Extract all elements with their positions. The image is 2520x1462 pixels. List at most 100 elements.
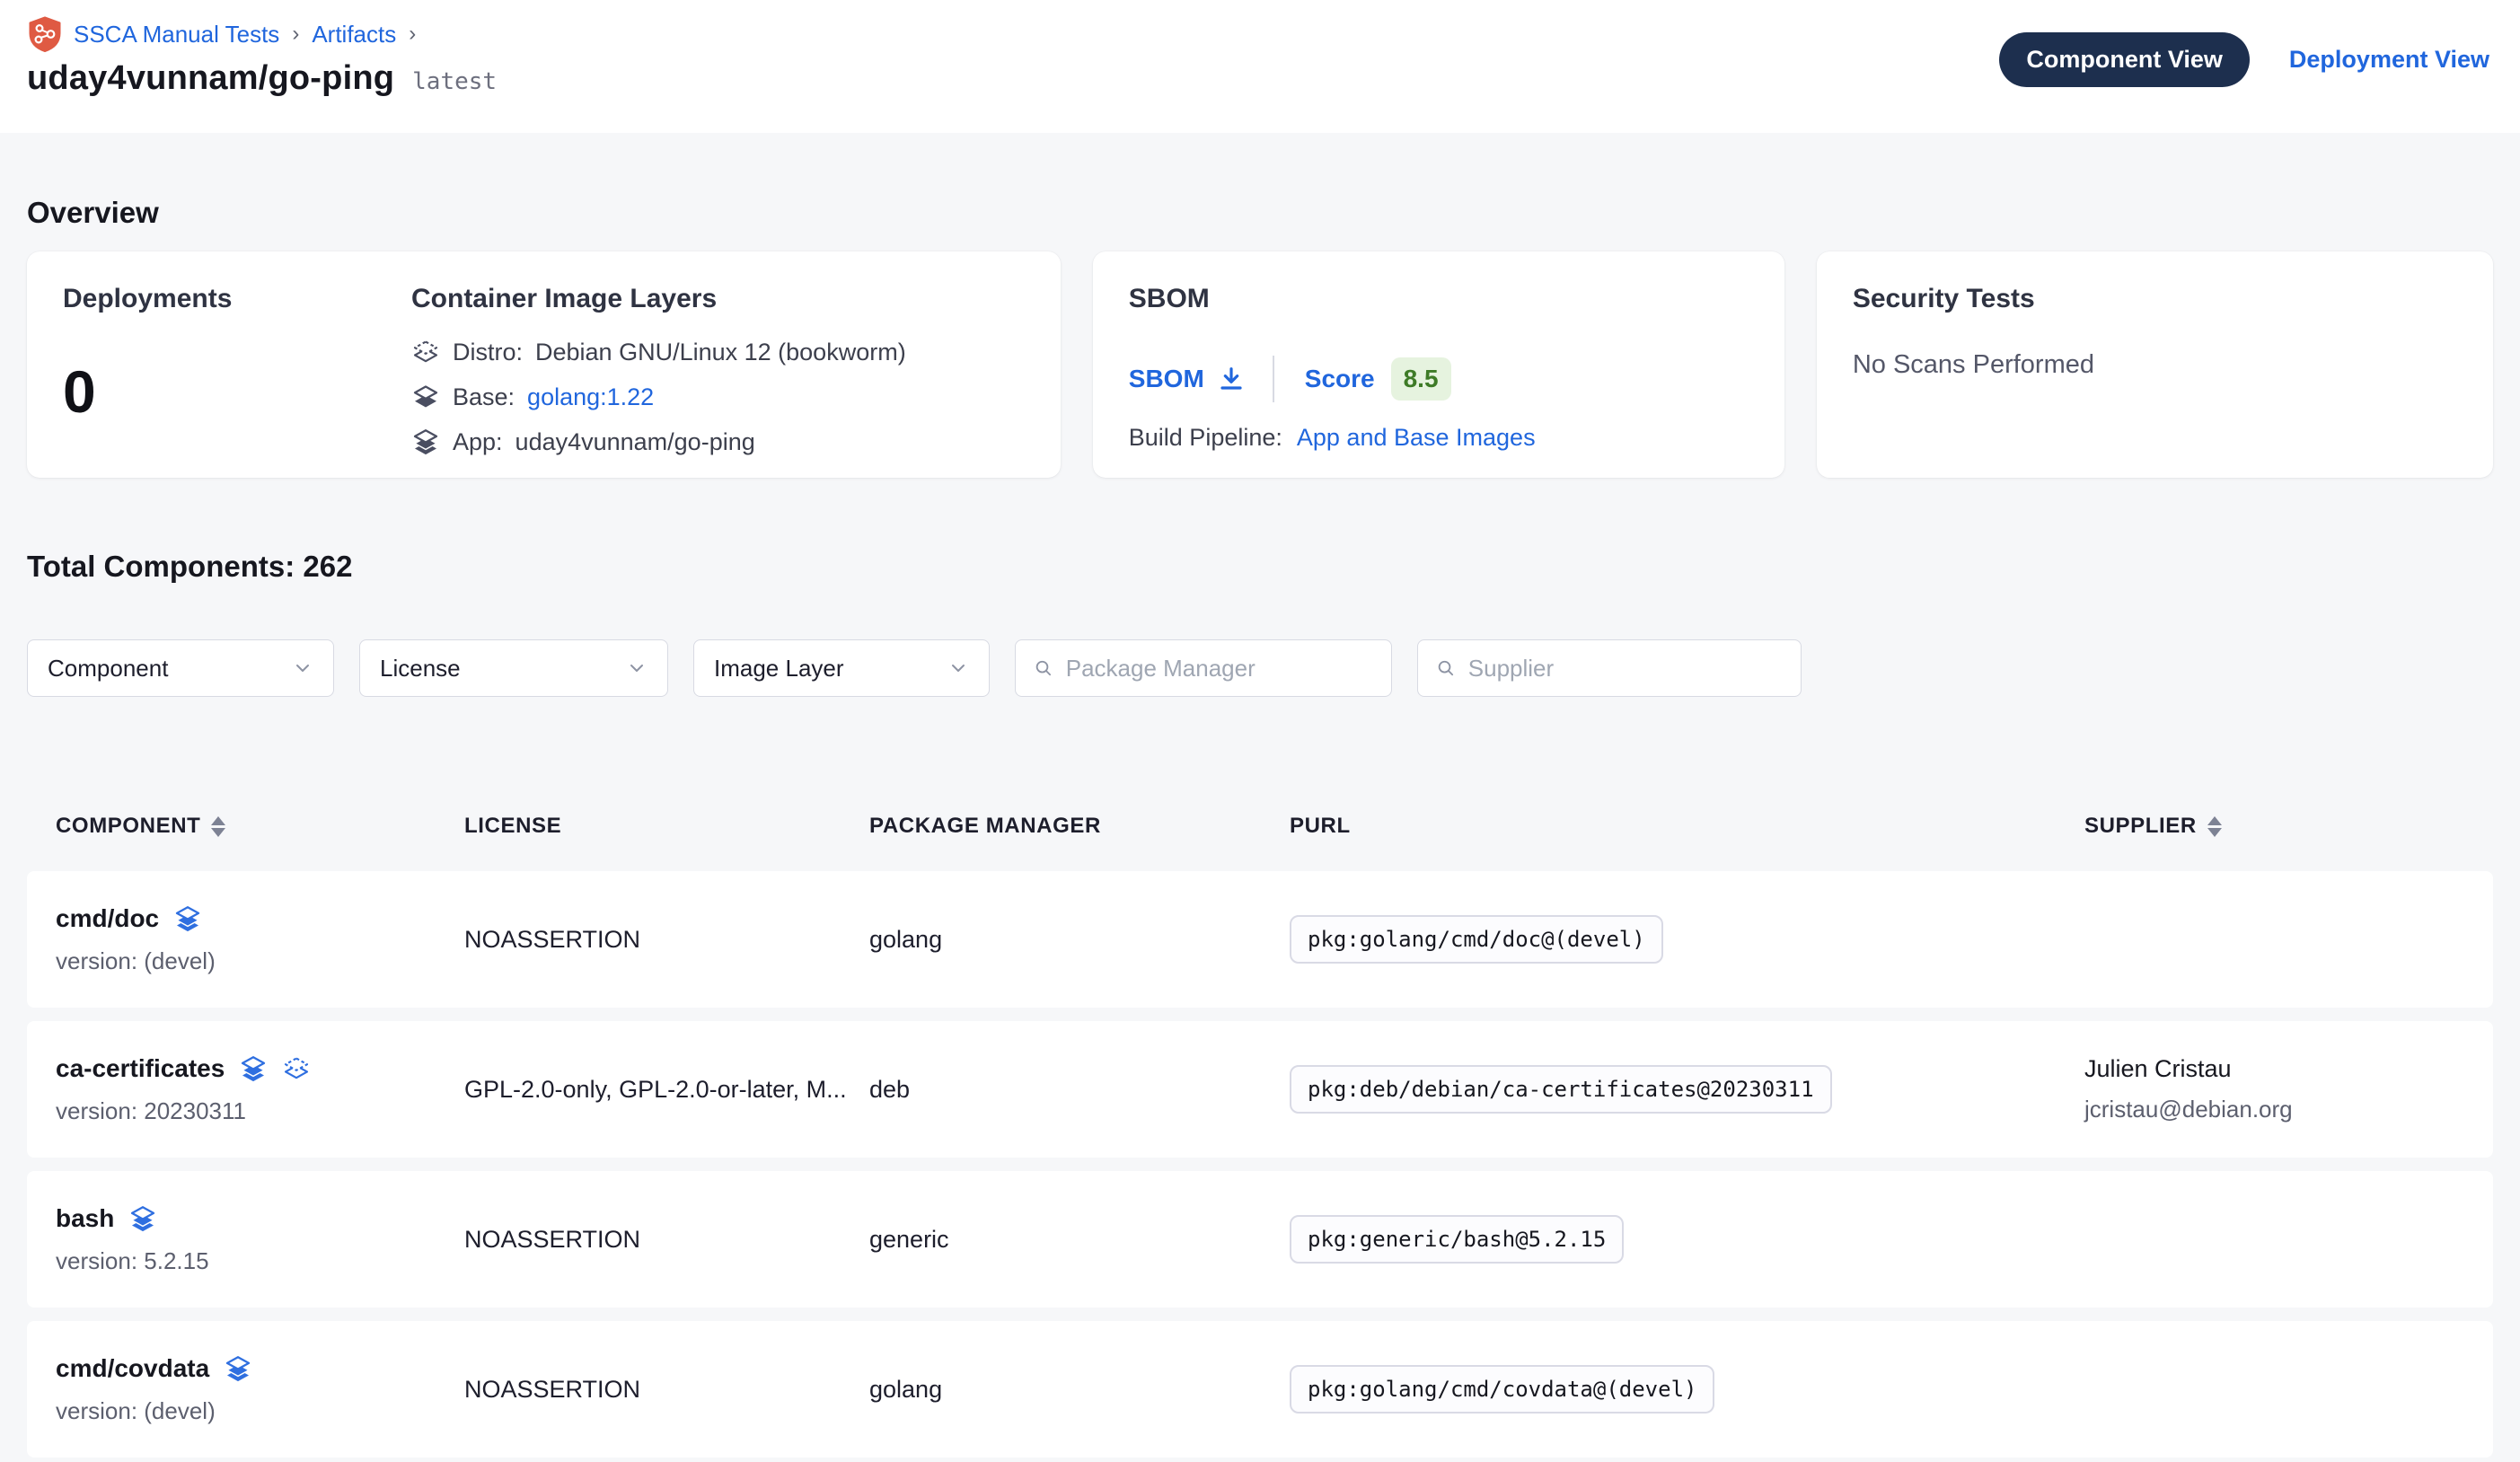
- license-cell: NOASSERTION: [464, 1376, 869, 1404]
- component-cell: ca-certificates version: 20230311: [56, 1054, 464, 1125]
- package-manager-search: [1015, 639, 1392, 697]
- column-header-package-manager-label: PACKAGE MANAGER: [869, 814, 1101, 839]
- sort-icon[interactable]: [2207, 816, 2222, 837]
- total-components-heading: Total Components: 262: [27, 550, 2493, 586]
- component-filter-dropdown[interactable]: Component: [27, 639, 334, 697]
- image-layers-list: Distro: Debian GNU/Linux 12 (bookworm) B…: [411, 338, 906, 456]
- component-version: version: (devel): [56, 1397, 464, 1425]
- component-name: ca-certificates: [56, 1054, 225, 1083]
- component-name: bash: [56, 1204, 114, 1233]
- component-name: cmd/covdata: [56, 1354, 209, 1383]
- base-image-link[interactable]: golang:1.22: [527, 383, 654, 411]
- component-cell: cmd/covdata version: (devel): [56, 1354, 464, 1425]
- table-row[interactable]: bash version: 5.2.15 NOASSERTION generic…: [27, 1171, 2493, 1308]
- components-table-body: cmd/doc version: (devel) NOASSERTION gol…: [27, 871, 2493, 1458]
- build-pipeline-link[interactable]: App and Base Images: [1297, 424, 1536, 452]
- score-badge: 8.5: [1391, 357, 1451, 401]
- supplier-email: jcristau@debian.org: [2084, 1096, 2464, 1123]
- layers-solid-icon: [173, 904, 202, 933]
- deployments-title: Deployments: [63, 284, 411, 314]
- deployments-section: Deployments 0: [63, 284, 411, 445]
- image-layer-filter-dropdown[interactable]: Image Layer: [693, 639, 990, 697]
- column-header-supplier-label: SUPPLIER: [2084, 814, 2197, 839]
- column-header-license: LICENSE: [464, 814, 869, 839]
- supplier-search: [1417, 639, 1802, 697]
- column-header-component[interactable]: COMPONENT: [56, 814, 464, 839]
- overview-heading: Overview: [27, 196, 2493, 232]
- breadcrumb-link-project[interactable]: SSCA Manual Tests: [74, 21, 279, 48]
- chevron-down-icon: [626, 657, 648, 679]
- package-manager-cell: golang: [869, 926, 1290, 954]
- sbom-card: SBOM SBOM Score 8.5 Build Pipeline: App …: [1093, 251, 1784, 478]
- license-filter-label: License: [380, 655, 461, 683]
- overview-cards: Deployments 0 Container Image Layers Dis…: [27, 251, 2493, 478]
- purl-chip: pkg:deb/debian/ca-certificates@20230311: [1290, 1065, 1832, 1114]
- build-pipeline-line: Build Pipeline: App and Base Images: [1129, 424, 1749, 452]
- package-manager-cell: generic: [869, 1226, 1290, 1254]
- base-label: Base:: [453, 383, 515, 411]
- distro-value: Debian GNU/Linux 12 (bookworm): [535, 339, 906, 366]
- sbom-title: SBOM: [1129, 284, 1749, 314]
- breadcrumb-separator: ›: [407, 22, 418, 47]
- deployments-count: 0: [63, 357, 411, 426]
- package-manager-search-input[interactable]: [1066, 655, 1373, 683]
- purl-cell: pkg:deb/debian/ca-certificates@20230311: [1290, 1065, 2084, 1114]
- purl-chip: pkg:golang/cmd/doc@(devel): [1290, 915, 1663, 964]
- purl-chip: pkg:golang/cmd/covdata@(devel): [1290, 1365, 1714, 1414]
- table-row[interactable]: cmd/covdata version: (devel) NOASSERTION…: [27, 1321, 2493, 1458]
- component-filter-label: Component: [48, 655, 168, 683]
- component-cell: cmd/doc version: (devel): [56, 904, 464, 975]
- security-tests-status: No Scans Performed: [1853, 350, 2457, 380]
- table-row[interactable]: cmd/doc version: (devel) NOASSERTION gol…: [27, 871, 2493, 1008]
- component-version: version: (devel): [56, 947, 464, 975]
- sbom-download-link[interactable]: SBOM: [1129, 365, 1246, 393]
- license-cell: NOASSERTION: [464, 1226, 869, 1254]
- artifact-detail-page: SSCA Manual Tests › Artifacts › uday4vun…: [0, 0, 2520, 1462]
- package-manager-cell: golang: [869, 1376, 1290, 1404]
- supplier-cell: Julien Cristau jcristau@debian.org: [2084, 1055, 2464, 1123]
- layers-solid-icon: [128, 1204, 157, 1233]
- table-row[interactable]: ca-certificates version: 20230311 GPL-2.…: [27, 1021, 2493, 1158]
- page-title: uday4vunnam/go-ping: [27, 59, 394, 98]
- app-layer-row: App: uday4vunnam/go-ping: [411, 427, 906, 456]
- column-header-supplier[interactable]: SUPPLIER: [2084, 814, 2464, 839]
- breadcrumb-separator: ›: [290, 22, 301, 47]
- component-version: version: 5.2.15: [56, 1247, 464, 1275]
- column-header-purl: PURL: [1290, 814, 2084, 839]
- components-table-header: COMPONENT LICENSE PACKAGE MANAGER PURL S…: [27, 808, 2493, 844]
- column-header-license-label: LICENSE: [464, 814, 561, 839]
- view-toggle: Component View Deployment View: [1999, 32, 2489, 87]
- purl-cell: pkg:golang/cmd/covdata@(devel): [1290, 1365, 2084, 1414]
- supplier-search-input[interactable]: [1468, 655, 1783, 683]
- column-header-purl-label: PURL: [1290, 814, 1351, 839]
- chevron-down-icon: [947, 657, 969, 679]
- layers-solid-icon: [239, 1054, 268, 1083]
- license-filter-dropdown[interactable]: License: [359, 639, 668, 697]
- purl-chip: pkg:generic/bash@5.2.15: [1290, 1215, 1624, 1264]
- component-cell: bash version: 5.2.15: [56, 1204, 464, 1275]
- artifact-tag: latest: [412, 68, 497, 95]
- download-icon[interactable]: [1217, 365, 1246, 393]
- purl-cell: pkg:generic/bash@5.2.15: [1290, 1215, 2084, 1264]
- supplier-name: Julien Cristau: [2084, 1055, 2464, 1083]
- license-cell: NOASSERTION: [464, 926, 869, 954]
- sort-icon[interactable]: [211, 816, 225, 837]
- image-layers-title: Container Image Layers: [411, 284, 906, 314]
- layers-dashed-icon: [411, 338, 440, 366]
- build-pipeline-label: Build Pipeline:: [1129, 424, 1282, 452]
- layers-base-icon: [411, 383, 440, 411]
- component-name: cmd/doc: [56, 904, 159, 933]
- distro-layer-row: Distro: Debian GNU/Linux 12 (bookworm): [411, 338, 906, 366]
- sbom-download-label: SBOM: [1129, 365, 1204, 393]
- deployment-view-link[interactable]: Deployment View: [2289, 46, 2489, 74]
- component-version: version: 20230311: [56, 1097, 464, 1125]
- breadcrumb-link-artifacts[interactable]: Artifacts: [312, 21, 396, 48]
- purl-cell: pkg:golang/cmd/doc@(devel): [1290, 915, 2084, 964]
- deployments-layers-card: Deployments 0 Container Image Layers Dis…: [27, 251, 1061, 478]
- component-view-button[interactable]: Component View: [1999, 32, 2250, 87]
- main-content: Overview Deployments 0 Container Image L…: [0, 196, 2520, 1458]
- layers-solid-icon: [411, 427, 440, 456]
- column-header-package-manager: PACKAGE MANAGER: [869, 814, 1290, 839]
- image-layers-section: Container Image Layers Distro: Debian GN…: [411, 284, 906, 445]
- package-manager-cell: deb: [869, 1076, 1290, 1104]
